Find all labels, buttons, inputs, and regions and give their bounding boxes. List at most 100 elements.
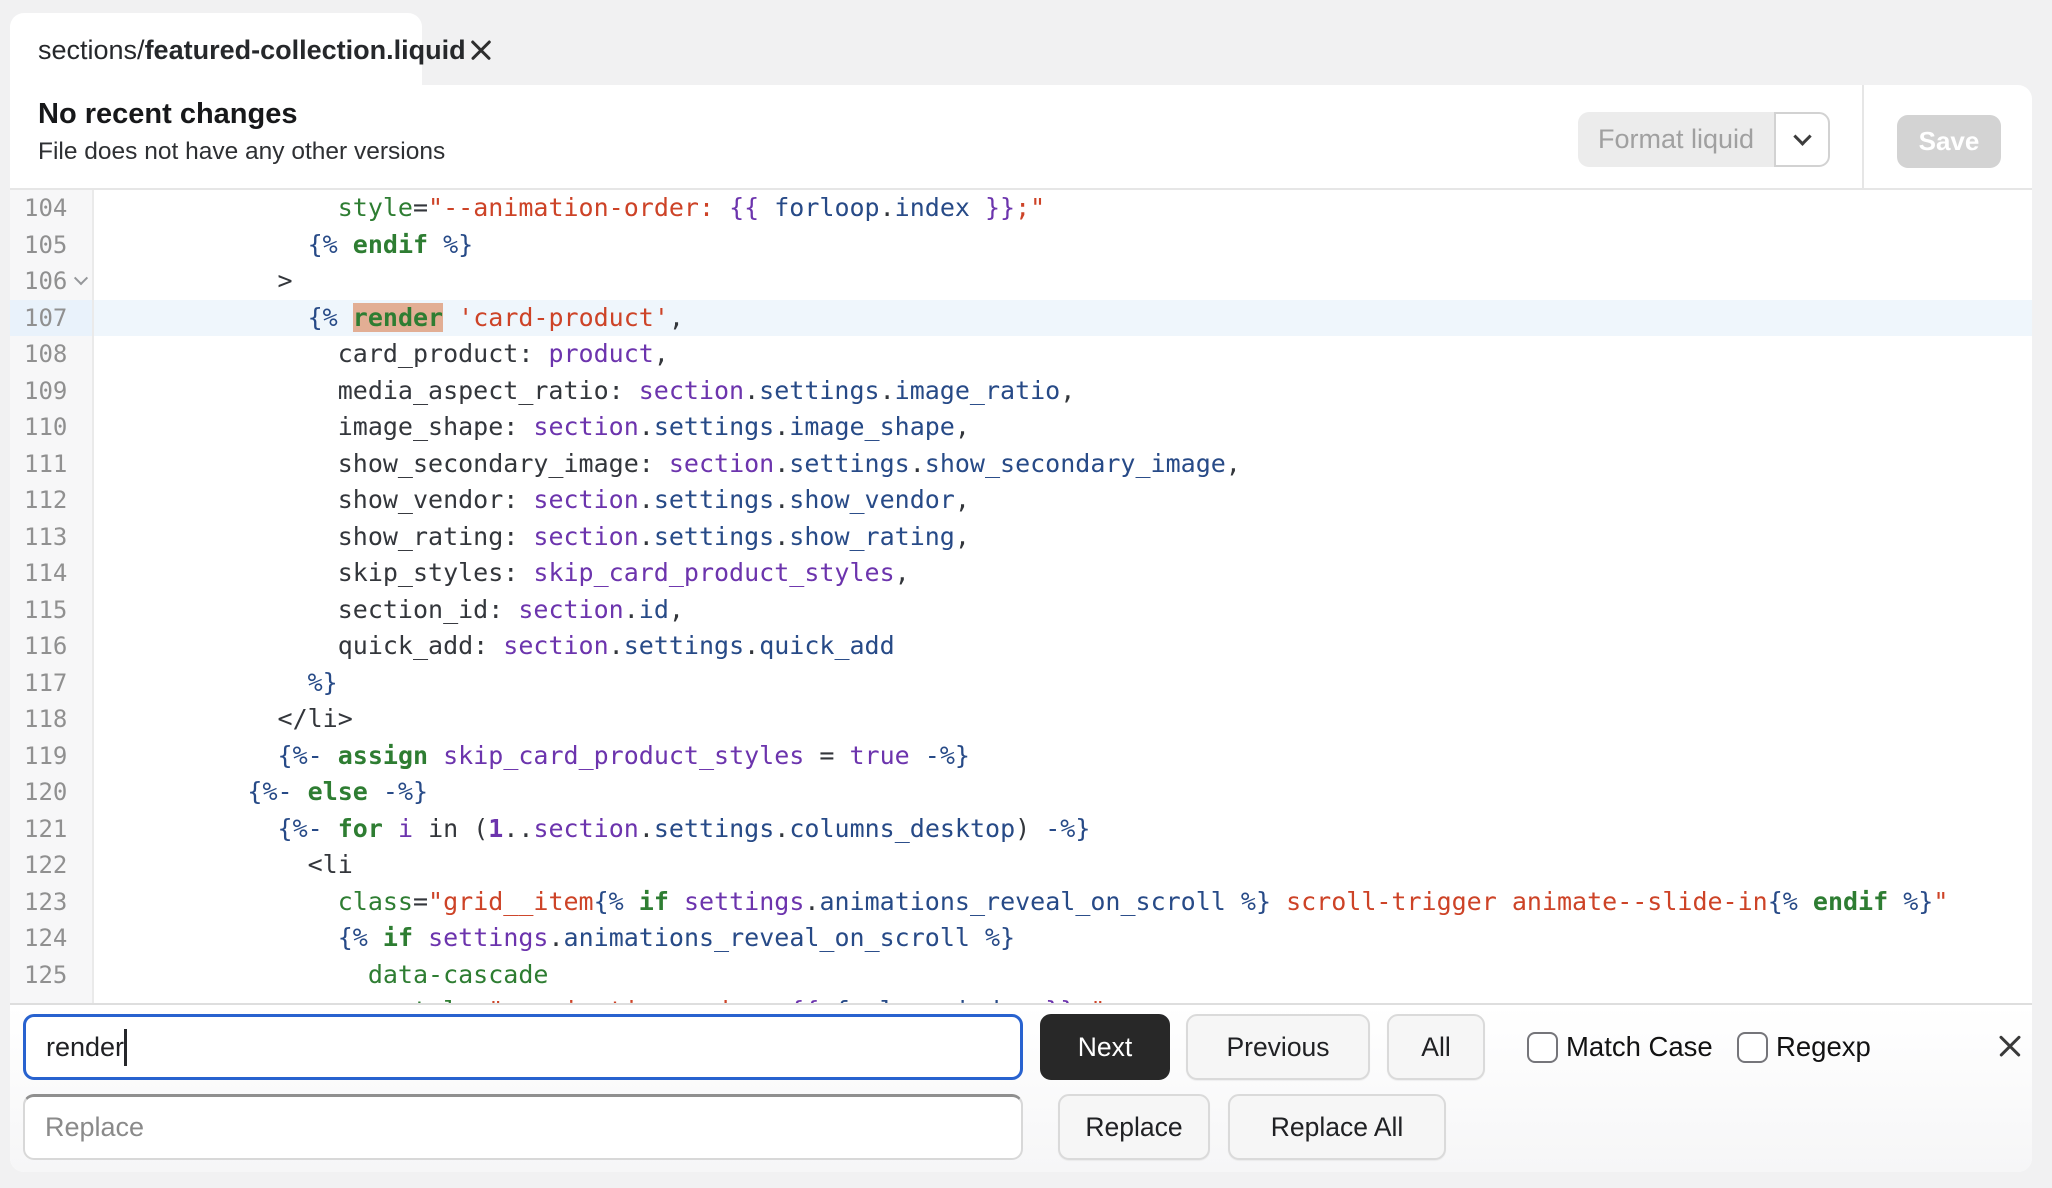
code-line[interactable]: 113 show_rating: section.settings.show_r… [10, 519, 2032, 556]
code-line[interactable]: 111 show_secondary_image: section.settin… [10, 446, 2032, 483]
search-input[interactable] [23, 1014, 1023, 1080]
code-line-content[interactable]: %} [94, 665, 2032, 702]
line-number: 104 [10, 190, 94, 227]
search-input-wrap [23, 1014, 1023, 1080]
format-liquid-split-button: Format liquid [1578, 112, 1830, 167]
code-line-content[interactable]: {% render 'card-product', [94, 300, 2032, 337]
code-line-content[interactable]: image_shape: section.settings.image_shap… [94, 409, 2032, 446]
next-button[interactable]: Next [1040, 1014, 1170, 1080]
save-button[interactable]: Save [1897, 115, 2001, 168]
regexp-label: Regexp [1776, 1031, 1871, 1063]
code-line-content[interactable]: show_secondary_image: section.settings.s… [94, 446, 2032, 483]
replace-all-button[interactable]: Replace All [1228, 1094, 1446, 1160]
code-line[interactable]: 112 show_vendor: section.settings.show_v… [10, 482, 2032, 519]
close-icon [1995, 1031, 2025, 1061]
line-number: 106 [10, 263, 94, 300]
line-number: 108 [10, 336, 94, 373]
code-editor[interactable]: 104 style="--animation-order: {{ forloop… [10, 190, 2032, 1003]
editor-card: No recent changes File does not have any… [10, 85, 2032, 1172]
code-line[interactable]: 117 %} [10, 665, 2032, 702]
code-line-content[interactable]: show_rating: section.settings.show_ratin… [94, 519, 2032, 556]
line-number: 118 [10, 701, 94, 738]
code-line[interactable]: 124 {% if settings.animations_reveal_on_… [10, 920, 2032, 957]
code-line[interactable]: 105 {% endif %} [10, 227, 2032, 264]
search-panel-close[interactable] [1995, 1031, 2025, 1061]
line-number: 116 [10, 628, 94, 665]
text-cursor [124, 1029, 127, 1066]
line-number: 119 [10, 738, 94, 775]
code-line-content[interactable]: > [94, 263, 2032, 300]
code-line-content[interactable]: {%- assign skip_card_product_styles = tr… [94, 738, 2032, 775]
code-line[interactable]: 120 {%- else -%} [10, 774, 2032, 811]
line-number: 107 [10, 300, 94, 337]
code-line-content[interactable]: show_vendor: section.settings.show_vendo… [94, 482, 2032, 519]
line-number: 123 [10, 884, 94, 921]
line-number: 117 [10, 665, 94, 702]
code-line[interactable]: 110 image_shape: section.settings.image_… [10, 409, 2032, 446]
code-line[interactable]: 107 {% render 'card-product', [10, 300, 2032, 337]
fold-chevron-icon[interactable] [74, 271, 88, 285]
code-line[interactable]: 116 quick_add: section.settings.quick_ad… [10, 628, 2032, 665]
code-line[interactable]: style="--animation-order: {{ forloop.ind… [10, 993, 2032, 1003]
code-line-content[interactable]: data-cascade [94, 957, 2032, 994]
line-number: 112 [10, 482, 94, 519]
code-line[interactable]: 125 data-cascade [10, 957, 2032, 994]
line-number: 109 [10, 373, 94, 410]
code-line[interactable]: 119 {%- assign skip_card_product_styles … [10, 738, 2032, 775]
code-line-content[interactable]: style="--animation-order: {{ forloop.ind… [94, 993, 2032, 1003]
code-line-content[interactable]: {%- for i in (1..section.settings.column… [94, 811, 2032, 848]
code-line-content[interactable]: <li [94, 847, 2032, 884]
line-number: 125 [10, 957, 94, 994]
code-line[interactable]: 106 > [10, 263, 2032, 300]
regexp-option: Regexp [1737, 1031, 1871, 1063]
code-line[interactable]: 121 {%- for i in (1..section.settings.co… [10, 811, 2032, 848]
line-number: 110 [10, 409, 94, 446]
code-line-content[interactable]: {% endif %} [94, 227, 2032, 264]
all-button[interactable]: All [1387, 1014, 1485, 1080]
code-line-content[interactable]: media_aspect_ratio: section.settings.ima… [94, 373, 2032, 410]
format-liquid-button[interactable]: Format liquid [1578, 112, 1774, 167]
chevron-down-icon [1793, 127, 1811, 145]
code-line-content[interactable]: {%- else -%} [94, 774, 2032, 811]
close-icon[interactable] [466, 35, 496, 65]
format-liquid-dropdown-button[interactable] [1774, 112, 1830, 167]
code-line[interactable]: 123 class="grid__item{% if settings.anim… [10, 884, 2032, 921]
file-tab-title: sections/featured-collection.liquid [38, 35, 466, 66]
code-line[interactable]: 115 section_id: section.id, [10, 592, 2032, 629]
code-line[interactable]: 114 skip_styles: skip_card_product_style… [10, 555, 2032, 592]
code-line-content[interactable]: section_id: section.id, [94, 592, 2032, 629]
match-case-label: Match Case [1566, 1031, 1713, 1063]
line-number: 115 [10, 592, 94, 629]
line-number: 114 [10, 555, 94, 592]
code-line[interactable]: 109 media_aspect_ratio: section.settings… [10, 373, 2032, 410]
code-line[interactable]: 118 </li> [10, 701, 2032, 738]
line-number: 121 [10, 811, 94, 848]
line-number: 120 [10, 774, 94, 811]
code-line-content[interactable]: style="--animation-order: {{ forloop.ind… [94, 190, 2032, 227]
line-number: 122 [10, 847, 94, 884]
code-line-content[interactable]: skip_styles: skip_card_product_styles, [94, 555, 2032, 592]
replace-button[interactable]: Replace [1058, 1094, 1210, 1160]
line-number: 111 [10, 446, 94, 483]
replace-input[interactable] [23, 1094, 1023, 1160]
line-number: 105 [10, 227, 94, 264]
regexp-checkbox[interactable] [1737, 1032, 1768, 1063]
code-line[interactable]: 108 card_product: product, [10, 336, 2032, 373]
code-line-content[interactable]: </li> [94, 701, 2032, 738]
line-number: 124 [10, 920, 94, 957]
file-tab[interactable]: sections/featured-collection.liquid [10, 13, 422, 87]
replace-input-wrap [23, 1094, 1023, 1160]
match-case-option: Match Case [1527, 1031, 1713, 1063]
code-line[interactable]: 122 <li [10, 847, 2032, 884]
editor-header: No recent changes File does not have any… [10, 85, 2032, 190]
code-line-content[interactable]: card_product: product, [94, 336, 2032, 373]
line-number [10, 993, 94, 1003]
code-line-content[interactable]: quick_add: section.settings.quick_add [94, 628, 2032, 665]
code-line-content[interactable]: class="grid__item{% if settings.animatio… [94, 884, 2032, 921]
find-replace-panel: Next Previous All Match Case Regexp Repl… [10, 1003, 2032, 1172]
code-line[interactable]: 104 style="--animation-order: {{ forloop… [10, 190, 2032, 227]
previous-button[interactable]: Previous [1186, 1014, 1370, 1080]
line-number: 113 [10, 519, 94, 556]
code-line-content[interactable]: {% if settings.animations_reveal_on_scro… [94, 920, 2032, 957]
match-case-checkbox[interactable] [1527, 1032, 1558, 1063]
